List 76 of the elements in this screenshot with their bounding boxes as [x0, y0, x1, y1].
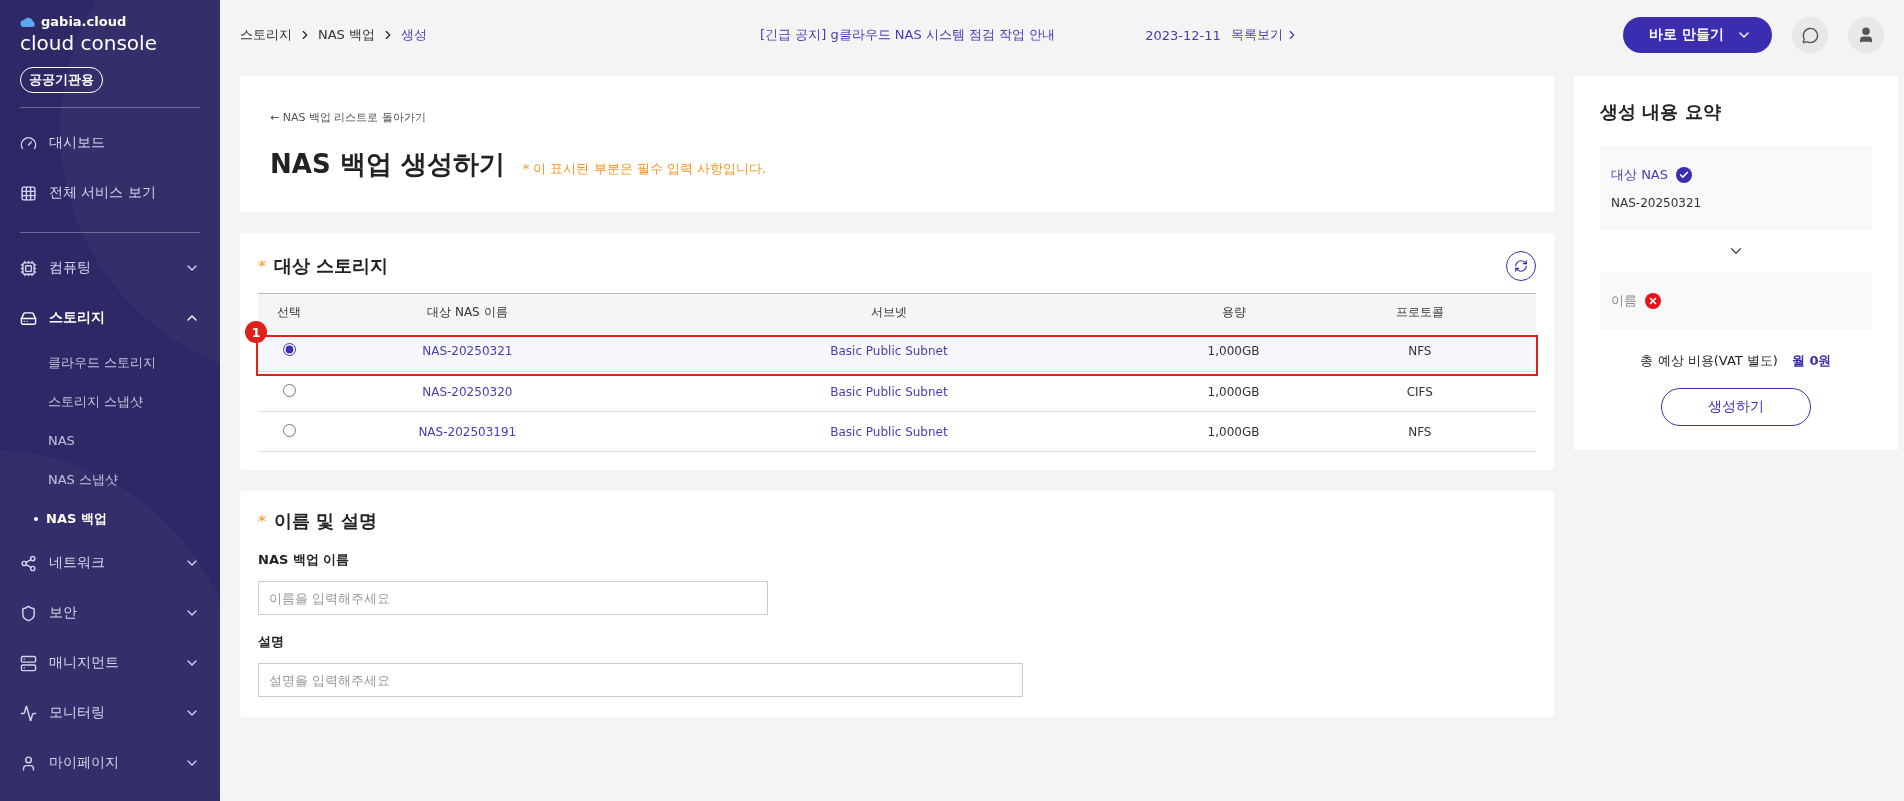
annotation-number: 1: [245, 321, 267, 343]
sidebar-subitem[interactable]: NAS 스냅샷: [20, 460, 200, 499]
summary-label: 대상 NAS: [1611, 166, 1668, 184]
table-cell: Basic Public Subnet: [614, 371, 1164, 412]
create-button[interactable]: 생성하기: [1661, 388, 1811, 426]
nav-icon: [20, 554, 37, 572]
profile-button[interactable]: [1848, 17, 1884, 53]
page-title: NAS 백업 생성하기: [270, 148, 505, 181]
table-cell: 1,000GB: [1163, 411, 1304, 452]
sidebar-group[interactable]: 스토리지: [20, 293, 200, 343]
sidebar-item[interactable]: 대시보드: [20, 118, 200, 168]
sidebar-group[interactable]: 컴퓨팅: [20, 243, 200, 293]
section-title: * 대상 스토리지: [258, 254, 389, 278]
sidebar-subitem[interactable]: NAS: [20, 421, 200, 460]
sidebar-subitem[interactable]: NAS 백업: [20, 499, 200, 538]
table-cell: Basic Public Subnet: [614, 331, 1164, 372]
field-label: NAS 백업 이름: [258, 551, 351, 569]
table-cell: Basic Public Subnet: [614, 411, 1164, 452]
table-cell: 1,000GB: [1163, 371, 1304, 412]
breadcrumb-link[interactable]: NAS 백업: [318, 26, 375, 44]
nav-icon: [20, 309, 37, 327]
user-icon: [1857, 26, 1875, 44]
field-label: 설명: [258, 633, 285, 651]
sidebar-group[interactable]: 네트워크: [20, 538, 200, 588]
nav-icon: [20, 134, 37, 152]
nav-icon: [20, 754, 37, 772]
cloud-logo-icon: [20, 15, 36, 28]
sidebar-subitem[interactable]: 스토리지 스냅샷: [20, 382, 200, 421]
column-header: 서브넷: [614, 293, 1164, 332]
refresh-icon: [1514, 259, 1528, 273]
table-cell: NFS: [1303, 331, 1536, 372]
sidebar-item[interactable]: 전체 서비스 보기: [20, 168, 200, 218]
sidebar-group[interactable]: 매니지먼트: [20, 638, 200, 688]
nav-icon: [20, 604, 37, 622]
input-field[interactable]: 이름을 입력해주세요: [258, 581, 768, 615]
cost-label: 총 예상 비용(VAT 별도): [1640, 352, 1778, 370]
radio-button[interactable]: [282, 383, 296, 397]
column-header: 대상 NAS 이름: [320, 293, 615, 332]
summary-label: 이름: [1611, 292, 1637, 310]
required-note: * 이 표시된 부분은 필수 입력 사항입니다.: [522, 160, 767, 178]
table-cell: 1,000GB: [1163, 331, 1304, 372]
sidebar-group[interactable]: 마이페이지: [20, 738, 200, 788]
column-header: 프로토콜: [1303, 293, 1536, 332]
radio-button[interactable]: [282, 343, 296, 357]
nav-icon: [20, 704, 37, 722]
chat-button[interactable]: [1792, 17, 1828, 53]
summary-title: 생성 내용 요약: [1600, 100, 1722, 124]
table-cell: NFS: [1303, 411, 1536, 452]
refresh-button[interactable]: [1506, 251, 1536, 281]
cost-value: 월 0원: [1791, 352, 1832, 370]
quick-create-button[interactable]: 바로 만들기: [1623, 17, 1772, 53]
sidebar-group[interactable]: 보안: [20, 588, 200, 638]
brand-name: gabia.cloud: [41, 14, 127, 29]
summary-value: NAS-20250321: [1611, 196, 1703, 210]
back-link[interactable]: ← NAS 백업 리스트로 돌아가기: [270, 110, 1536, 125]
table-cell: NAS-20250321: [320, 331, 615, 372]
section-title: * 이름 및 설명: [258, 509, 378, 533]
radio-button[interactable]: [282, 423, 296, 437]
column-header: 선택: [258, 293, 321, 332]
nav-icon: [20, 184, 37, 202]
sidebar-group[interactable]: 모니터링: [20, 688, 200, 738]
input-field[interactable]: 설명을 입력해주세요: [258, 663, 1023, 697]
table-cell: NAS-20250320: [320, 371, 615, 412]
column-header: 용량: [1163, 293, 1304, 332]
chat-icon: [1801, 26, 1819, 44]
table-cell: CIFS: [1303, 371, 1536, 412]
product-name: cloud console: [20, 31, 158, 55]
notice-link[interactable]: [긴급 공지] g클라우드 NAS 시스템 점검 작업 안내: [760, 26, 1056, 44]
nav-icon: [20, 654, 37, 672]
notice-date: 2023-12-11: [1145, 27, 1221, 43]
notice-list-link[interactable]: 목록보기: [1230, 26, 1299, 44]
sidebar-subitem[interactable]: 클라우드 스토리지: [20, 343, 200, 382]
table-cell: NAS-202503191: [320, 411, 615, 452]
breadcrumb-link[interactable]: 스토리지: [240, 26, 292, 44]
breadcrumb-link[interactable]: 생성: [401, 26, 427, 44]
nav-icon: [20, 259, 37, 277]
